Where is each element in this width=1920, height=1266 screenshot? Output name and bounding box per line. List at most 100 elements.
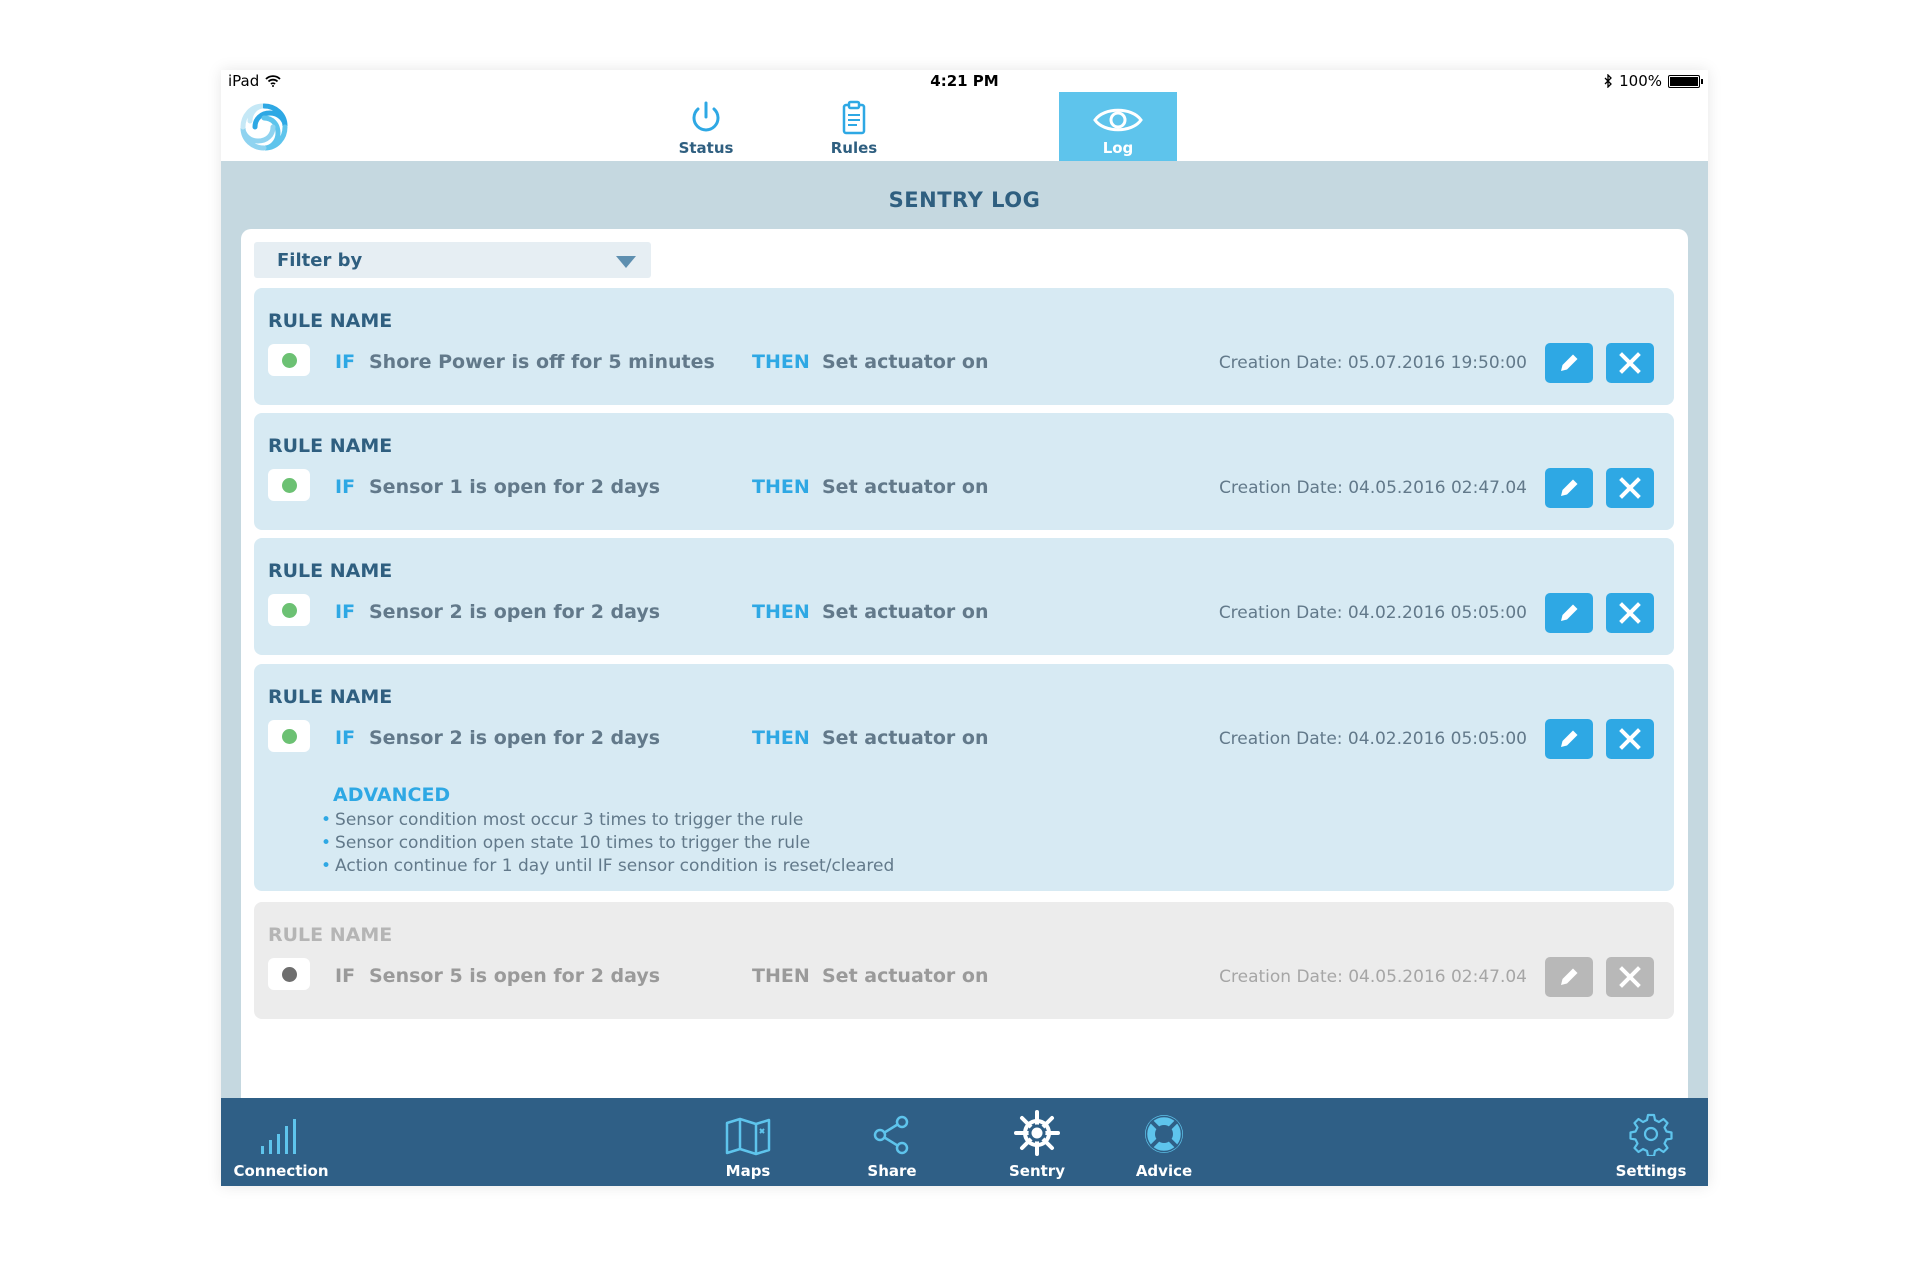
- rule-enable-toggle[interactable]: [268, 469, 310, 501]
- filter-dropdown[interactable]: Filter by: [254, 242, 651, 278]
- rule-name: RULE NAME: [268, 686, 393, 708]
- rule-condition: Shore Power is off for 5 minutes: [369, 351, 715, 373]
- ship-wheel-icon: [1014, 1110, 1060, 1156]
- lifebuoy-icon: [1145, 1115, 1183, 1153]
- rule-action: Set actuator on: [822, 727, 989, 749]
- rule-enable-toggle[interactable]: [268, 720, 310, 752]
- tab-maps[interactable]: Maps: [713, 1098, 783, 1186]
- bluetooth-icon: [1604, 74, 1613, 88]
- rule-condition: Sensor 5 is open for 2 days: [369, 965, 661, 987]
- if-keyword: IF: [335, 601, 356, 623]
- rule-condition: Sensor 2 is open for 2 days: [369, 727, 661, 749]
- rule-row: RULE NAME IF Sensor 2 is open for 2 days…: [254, 538, 1674, 655]
- delete-rule-button[interactable]: [1606, 719, 1654, 759]
- chevron-down-icon: [616, 256, 636, 268]
- close-icon: [1619, 477, 1641, 499]
- status-dot-icon: [282, 729, 297, 744]
- status-dot-icon: [282, 478, 297, 493]
- then-keyword: THEN: [752, 727, 810, 749]
- edit-rule-button[interactable]: [1545, 468, 1593, 508]
- tab-label: Advice: [1135, 1162, 1193, 1180]
- if-keyword: IF: [335, 351, 356, 373]
- top-navigation: Status Rules Log: [221, 92, 1708, 161]
- creation-date: Creation Date: 04.02.2016 05:05:00: [1218, 603, 1527, 623]
- app-window: iPad 4:21 PM 100% Status Rules Log SENTR…: [221, 70, 1708, 1186]
- tab-label: Settings: [1615, 1162, 1687, 1180]
- rule-enable-toggle[interactable]: [268, 958, 310, 990]
- tab-log[interactable]: Log: [1059, 92, 1177, 161]
- status-dot-icon: [282, 967, 297, 982]
- pencil-icon: [1561, 968, 1578, 985]
- rule-condition: Sensor 2 is open for 2 days: [369, 601, 661, 623]
- gear-icon: [1629, 1113, 1673, 1156]
- advanced-heading: ADVANCED: [333, 784, 451, 806]
- bottom-navigation: Connection Maps Share Sentry Advice Sett…: [221, 1098, 1708, 1186]
- advanced-list: Sensor condition most occur 3 times to t…: [321, 809, 894, 878]
- tab-label: Share: [867, 1162, 917, 1180]
- rule-name: RULE NAME: [268, 924, 393, 946]
- list-item: Sensor condition open state 10 times to …: [321, 832, 894, 855]
- edit-rule-button[interactable]: [1545, 719, 1593, 759]
- then-keyword: THEN: [752, 601, 810, 623]
- battery-percent: 100%: [1619, 72, 1662, 90]
- rule-name: RULE NAME: [268, 435, 393, 457]
- page-title: SENTRY LOG: [888, 188, 1041, 212]
- then-keyword: THEN: [752, 351, 810, 373]
- tab-sentry[interactable]: Sentry: [1001, 1098, 1073, 1186]
- rule-action: Set actuator on: [822, 601, 989, 623]
- rule-row: RULE NAME IF Shore Power is off for 5 mi…: [254, 288, 1674, 405]
- tab-share[interactable]: Share: [857, 1098, 927, 1186]
- if-keyword: IF: [335, 965, 356, 987]
- if-keyword: IF: [335, 727, 356, 749]
- rule-action: Set actuator on: [822, 351, 989, 373]
- pencil-icon: [1561, 604, 1578, 621]
- close-icon: [1619, 602, 1641, 624]
- tab-advice[interactable]: Advice: [1128, 1098, 1200, 1186]
- tab-label: Log: [1102, 139, 1134, 157]
- then-keyword: THEN: [752, 476, 810, 498]
- delete-rule-button[interactable]: [1606, 468, 1654, 508]
- filter-label: Filter by: [277, 250, 363, 271]
- list-item: Sensor condition most occur 3 times to t…: [321, 809, 894, 832]
- creation-date: Creation Date: 04.05.2016 02:47.04: [1219, 478, 1527, 498]
- close-icon: [1619, 352, 1641, 374]
- edit-rule-button[interactable]: [1545, 593, 1593, 633]
- rule-enable-toggle[interactable]: [268, 344, 310, 376]
- edit-rule-button[interactable]: [1545, 343, 1593, 383]
- share-icon: [873, 1115, 909, 1155]
- pencil-icon: [1561, 730, 1578, 747]
- pencil-icon: [1561, 354, 1578, 371]
- status-dot-icon: [282, 603, 297, 618]
- tab-label: Sentry: [1008, 1162, 1065, 1180]
- list-item: Action continue for 1 day until IF senso…: [321, 855, 894, 878]
- tab-status[interactable]: Status: [647, 92, 765, 161]
- clipboard-icon: [842, 100, 866, 135]
- delete-rule-button[interactable]: [1606, 343, 1654, 383]
- tab-rules[interactable]: Rules: [795, 92, 913, 161]
- edit-rule-button[interactable]: [1545, 957, 1593, 997]
- eye-icon: [1093, 108, 1143, 132]
- rule-row-disabled: RULE NAME IF Sensor 5 is open for 2 days…: [254, 902, 1674, 1019]
- tab-label: Status: [678, 139, 734, 157]
- if-keyword: IF: [335, 476, 356, 498]
- rule-condition: Sensor 1 is open for 2 days: [369, 476, 661, 498]
- creation-date: Creation Date: 05.07.2016 19:50:00: [1218, 353, 1527, 373]
- tab-label: Connection: [233, 1162, 329, 1180]
- creation-date: Creation Date: 04.02.2016 05:05:00: [1218, 729, 1527, 749]
- status-bar: iPad 4:21 PM 100%: [221, 70, 1708, 92]
- tab-settings[interactable]: Settings: [1609, 1098, 1693, 1186]
- close-icon: [1619, 966, 1641, 988]
- delete-rule-button[interactable]: [1606, 957, 1654, 997]
- rule-enable-toggle[interactable]: [268, 594, 310, 626]
- tab-label: Rules: [830, 139, 878, 157]
- rule-name: RULE NAME: [268, 560, 393, 582]
- tab-label: Maps: [725, 1162, 771, 1180]
- then-keyword: THEN: [752, 965, 810, 987]
- rule-action: Set actuator on: [822, 965, 989, 987]
- delete-rule-button[interactable]: [1606, 593, 1654, 633]
- rule-row-advanced: RULE NAME IF Sensor 2 is open for 2 days…: [254, 664, 1674, 891]
- rule-name: RULE NAME: [268, 310, 393, 332]
- close-icon: [1619, 728, 1641, 750]
- clock: 4:21 PM: [930, 72, 999, 90]
- tab-connection[interactable]: Connection: [233, 1098, 329, 1186]
